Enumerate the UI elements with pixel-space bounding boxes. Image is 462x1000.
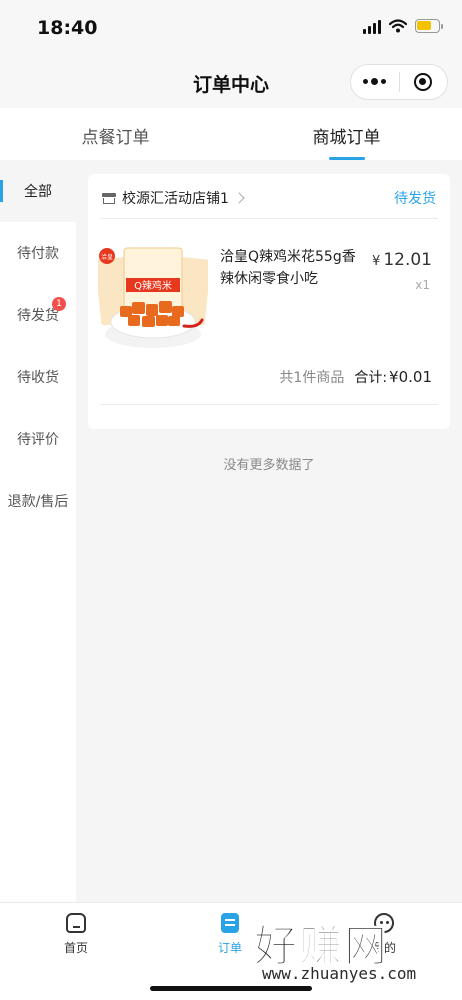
order-type-tabs: 点餐订单 商城订单 [0, 108, 462, 160]
svg-text:Q辣鸡米: Q辣鸡米 [134, 279, 172, 292]
wifi-icon [389, 19, 407, 33]
tab-home[interactable]: 首页 [46, 913, 106, 956]
total-value: ¥0.01 [389, 368, 432, 386]
side-item-pending-payment[interactable]: 待付款 [0, 222, 76, 284]
mini-program-capsule [350, 64, 448, 100]
status-side-menu: 全部 待付款 待发货 1 待收货 待评价 退款/售后 [0, 160, 76, 902]
more-dots-icon [363, 78, 387, 85]
total-label: 合计: [354, 370, 388, 386]
product-quantity: x1 [415, 278, 430, 292]
target-circle-icon [414, 73, 433, 91]
signal-icon [363, 18, 381, 34]
tab-mall-orders[interactable]: 商城订单 [231, 108, 462, 160]
tab-food-orders[interactable]: 点餐订单 [0, 108, 231, 160]
more-button[interactable] [351, 65, 399, 99]
svg-text:洽皇: 洽皇 [101, 253, 113, 261]
store-row[interactable]: 校源汇活动店铺1 待发货 [102, 185, 436, 211]
divider [100, 404, 438, 405]
home-icon [66, 913, 86, 933]
home-indicator [150, 986, 312, 991]
store-icon [102, 192, 116, 204]
battery-icon [415, 19, 443, 33]
currency-symbol: ¥ [372, 254, 381, 269]
side-item-all[interactable]: 全部 [0, 160, 76, 222]
order-status: 待发货 [394, 191, 436, 207]
product-name[interactable]: 洽皇Q辣鸡米花55g香辣休闲零食小吃 [220, 246, 362, 290]
side-item-pending-review[interactable]: 待评价 [0, 408, 76, 470]
divider [100, 218, 438, 219]
close-button[interactable] [400, 65, 448, 99]
store-name: 校源汇活动店铺1 [122, 191, 229, 207]
price-value: 12.01 [383, 250, 432, 270]
watermark: 好赚网 www.zhuanyes.com [250, 912, 450, 992]
watermark-url: www.zhuanyes.com [262, 964, 417, 983]
order-icon [221, 913, 239, 933]
status-bar: 18:40 [0, 0, 462, 58]
no-more-data-text: 没有更多数据了 [223, 458, 315, 473]
product-image[interactable]: Q辣鸡米 洽皇 [98, 242, 208, 354]
status-time: 18:40 [37, 17, 98, 39]
order-card[interactable]: 校源汇活动店铺1 待发货 Q辣鸡米 洽皇 洽皇Q辣鸡米花55g香辣休闲零食小吃 … [88, 174, 450, 429]
tab-label: 订单 [217, 941, 242, 955]
nav-bar: 订单中心 [0, 58, 462, 108]
item-count: 共1件商品 [279, 370, 345, 386]
tab-label: 首页 [63, 941, 88, 955]
order-summary: 共1件商品 合计: ¥0.01 [279, 367, 432, 387]
status-icons [363, 18, 443, 34]
count-badge: 1 [52, 297, 66, 311]
product-price: ¥12.01 [372, 250, 432, 270]
side-item-refund[interactable]: 退款/售后 [0, 470, 76, 532]
chevron-right-icon [233, 192, 245, 204]
side-item-pending-receipt[interactable]: 待收货 [0, 346, 76, 408]
side-item-pending-shipment[interactable]: 待发货 1 [0, 284, 76, 346]
